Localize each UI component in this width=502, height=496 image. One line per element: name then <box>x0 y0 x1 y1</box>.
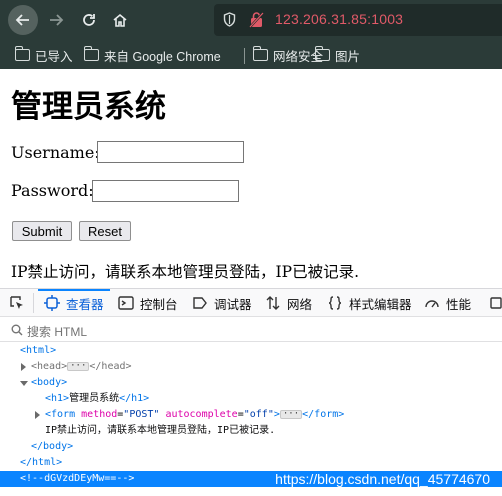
braces-icon <box>328 296 342 310</box>
bookmark-folder-from-chrome[interactable]: 来自 Google Chrome <box>83 46 221 64</box>
tag-form-close: </form> <box>302 409 345 420</box>
node-html[interactable]: <html> <box>0 343 502 359</box>
inspector-icon <box>44 295 60 311</box>
expand-toggle[interactable] <box>35 411 40 419</box>
node-body[interactable]: <body> <box>0 375 502 391</box>
search-input[interactable]: 搜索 HTML <box>27 323 87 340</box>
bookmark-folder-security[interactable]: 网络安全 <box>252 46 323 64</box>
url-bar[interactable]: 123.206.31.85:1003 <box>214 4 502 36</box>
shield-icon[interactable] <box>223 12 236 27</box>
reload-button[interactable] <box>74 5 104 35</box>
bookmark-label: 图片 <box>335 49 361 64</box>
node-form[interactable]: <form method="POST" autocomplete="off"> ·… <box>0 407 502 423</box>
folder-icon <box>14 46 30 61</box>
username-label: Username: <box>11 143 100 162</box>
text-node: IP禁止访问，请联系本地管理员登陆，IP已被记录. <box>45 425 276 436</box>
page-content: 管理员系统 Username: Password: Submit Reset I… <box>0 69 502 288</box>
tab-overflow[interactable] <box>488 289 502 317</box>
tab-label: 调试器 <box>214 297 252 312</box>
toolbar-separator <box>33 293 34 313</box>
gauge-icon <box>425 300 439 308</box>
bookmarks-bar: 已导入 来自 Google Chrome 网络安全 图片 <box>0 40 502 69</box>
arrow-left-icon <box>15 14 29 26</box>
tag-h1-close: </h1> <box>119 393 150 404</box>
bookmark-folder-imported[interactable]: 已导入 <box>14 46 73 64</box>
html-comment: <!--dGVzdDEyMw==--> <box>20 473 135 484</box>
password-label: Password: <box>11 181 94 200</box>
tag-body-open: <body> <box>31 377 68 388</box>
collapsed-ellipsis[interactable]: ··· <box>67 361 90 371</box>
tag-head-open: <head> <box>31 361 68 372</box>
reset-button[interactable]: Reset <box>79 221 131 241</box>
url-text[interactable]: 123.206.31.85:1003 <box>275 11 403 27</box>
devtools-toolbar: 查看器 控制台 调试器 网络 样式编辑器 性能 <box>0 289 502 317</box>
submit-button[interactable]: Submit <box>12 221 72 241</box>
tab-label: 网络 <box>287 297 313 312</box>
tag-body-close: </body> <box>31 441 74 452</box>
collapsed-ellipsis[interactable]: ··· <box>279 409 303 419</box>
expand-toggle[interactable] <box>21 363 26 371</box>
reload-icon <box>83 14 95 26</box>
tab-network[interactable]: 网络 <box>265 289 312 317</box>
tab-performance[interactable]: 性能 <box>424 289 471 317</box>
node-body-close[interactable]: </body> <box>0 439 502 455</box>
back-button[interactable] <box>8 5 38 35</box>
attr-autocomplete: autocomplete <box>165 409 238 420</box>
bookmark-separator <box>244 48 245 64</box>
tab-debugger[interactable]: 调试器 <box>192 289 252 317</box>
csdn-watermark: https://blog.csdn.net/qq_45774670 <box>275 471 490 487</box>
bookmark-label: 已导入 <box>35 49 73 64</box>
folder-icon <box>314 46 330 61</box>
attr-method-value: "POST" <box>123 409 160 420</box>
console-icon <box>118 296 134 310</box>
tab-label: 性能 <box>446 297 472 312</box>
h1-text: 管理员系统 <box>69 393 120 404</box>
arrow-right-icon <box>50 14 64 26</box>
tag-html-close: </html> <box>20 457 63 468</box>
ip-blocked-notice: IP禁止访问，请联系本地管理员登陆，IP已被记录. <box>11 263 360 281</box>
node-comment-selected[interactable]: <!--dGVzdDEyMw==--> https://blog.csdn.ne… <box>0 471 502 487</box>
element-picker-icon[interactable] <box>9 295 25 311</box>
node-text[interactable]: IP禁止访问，请联系本地管理员登陆，IP已被记录. <box>0 423 502 439</box>
tag-form-gt: > <box>273 409 280 420</box>
tab-label: 查看器 <box>66 297 104 312</box>
tab-label: 样式编辑器 <box>349 297 412 312</box>
home-icon <box>113 13 127 27</box>
browser-chrome: 123.206.31.85:1003 已导入 来自 Google Chrome … <box>0 0 502 69</box>
dom-tree: <html> <head> ··· </head> <body> <h1>管理员系统… <box>0 343 502 496</box>
home-button[interactable] <box>105 5 135 35</box>
memory-icon <box>490 297 502 309</box>
username-input[interactable] <box>97 141 244 163</box>
navigation-bar: 123.206.31.85:1003 <box>0 0 502 40</box>
tab-console[interactable]: 控制台 <box>118 289 178 317</box>
tab-label: 控制台 <box>140 297 178 312</box>
forward-button[interactable] <box>41 5 71 35</box>
devtools-panel: 查看器 控制台 调试器 网络 样式编辑器 性能 搜索 HTML <html> <… <box>0 288 502 496</box>
insecure-lock-icon[interactable] <box>249 11 264 28</box>
folder-icon <box>252 46 268 61</box>
bookmark-label: 来自 Google Chrome <box>104 49 221 64</box>
tag-form-open: <form <box>45 409 76 420</box>
attr-autocomplete-value: "off" <box>243 409 274 420</box>
tag-h1-open: <h1> <box>45 393 70 404</box>
node-head[interactable]: <head> ··· </head> <box>0 359 502 375</box>
tag-head-close: </head> <box>89 361 132 372</box>
attr-method: method <box>81 409 118 420</box>
bookmark-folder-images[interactable]: 图片 <box>314 46 361 64</box>
network-arrows-icon <box>266 296 280 310</box>
tab-inspector[interactable]: 查看器 <box>38 289 109 317</box>
password-input[interactable] <box>92 180 239 202</box>
collapse-toggle[interactable] <box>20 381 28 386</box>
node-h1[interactable]: <h1>管理员系统</h1> <box>0 391 502 407</box>
folder-icon <box>83 46 99 61</box>
node-html-close[interactable]: </html> <box>0 455 502 471</box>
search-icon <box>11 324 23 336</box>
debugger-icon <box>193 297 207 309</box>
html-search-bar[interactable]: 搜索 HTML <box>0 318 502 342</box>
tab-style-editor[interactable]: 样式编辑器 <box>327 289 412 317</box>
tag-html-open: <html> <box>20 345 57 356</box>
page-title: 管理员系统 <box>11 89 166 125</box>
